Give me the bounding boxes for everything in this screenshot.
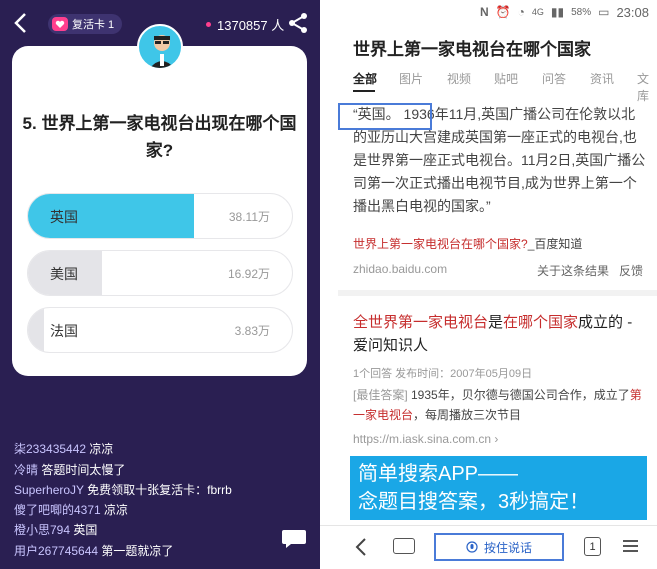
option-count: 38.11万 [228,210,270,224]
battery-level: 58% [571,6,592,18]
revive-card-label: 复活卡 1 [72,19,115,31]
result-url: https://m.iask.sina.com.cn › [353,432,499,446]
option-label: 法国 [50,323,78,339]
bottom-toolbar: 按住说话 1 [320,525,657,569]
option-count: 3.83万 [234,324,270,338]
title-text: 是 [488,314,504,331]
chat-line: SuperheroJY 免费领取十张复活卡：fbrrb [14,481,314,498]
title-keyword: 在哪个国家 [503,314,579,331]
chat-user: 橙小思794 [14,523,71,537]
feedback-link[interactable]: 反馈 [619,262,643,279]
tab-wenku[interactable]: 文库 [637,70,657,104]
title-keyword: 全世界第一家电视台 [353,314,489,331]
option-label: 英国 [50,209,78,225]
chat-line: 冷晴 答题时间太慢了 [14,461,314,478]
tab-all[interactable]: 全部 [353,70,377,87]
search-panel: N ⏰ ◔ 4G ▮▮ 58% ▭ 23:08 世界上第一家电视台在哪个国家 全… [320,0,657,569]
revive-card-badge[interactable]: 复活卡 1 [48,14,123,34]
tab-count-button[interactable]: 1 [584,537,601,556]
chat-line: 用户267745644 第一题就凉了 [14,542,314,559]
snippet-text: ，每周播放三次节目 [413,408,522,422]
best-answer-tag: [最佳答案] [353,388,408,402]
chat-text: 免费领取十张复活卡：fbrrb [87,483,232,497]
result-link-source: _百度知道 [527,237,583,251]
back-arrow-icon[interactable] [354,537,368,557]
chat-user: 傻了吧唧的4371 [14,503,101,517]
option-france[interactable]: 法国 3.83万 [27,307,293,353]
option-count: 16.92万 [227,267,270,281]
result-title-link[interactable]: 全世界第一家电视台是在哪个国家成立的 - 爱问知识人 [353,311,643,357]
chat-user: SuperheroJY [14,483,84,497]
chat-text: 凉凉 [89,442,114,456]
live-dot-icon [206,22,211,27]
chat-line: 傻了吧唧的4371 凉凉 [14,501,314,518]
tab-tieba[interactable]: 贴吧 [494,70,518,87]
microphone-icon [466,541,478,553]
keyboard-icon[interactable] [393,538,415,554]
status-bar: N ⏰ ◔ 4G ▮▮ 58% ▭ 23:08 [320,0,657,24]
chat-user: 柒233435442 [14,442,87,456]
alarm-icon: ⏰ [495,5,511,19]
quiz-panel: 复活卡 1 1370857 人 5. 世界上第一家电视台出现在哪个国家? 英国 … [0,0,320,569]
viewer-count-text: 1370857 人 [217,18,285,33]
menu-icon[interactable] [623,539,638,553]
chat-user: 用户267745644 [14,544,99,558]
network-type: 4G [531,7,544,17]
tab-images[interactable]: 图片 [399,70,423,87]
share-icon[interactable] [287,12,309,34]
clock: 23:08 [616,4,649,20]
result-snippet: [最佳答案] 1935年，贝尔德与德国公司合作，成立了第一家电视台，每周播放三次… [353,385,653,425]
about-result-link[interactable]: 关于这条结果 [537,262,609,279]
viewer-count: 1370857 人 [206,15,284,34]
back-arrow-icon[interactable] [10,10,32,36]
result-link-title: 世界上第一家电视台在哪个国家? [353,237,528,251]
promo-line-2: 念题目搜答案，3秒搞定！ [358,491,590,513]
option-bar [28,308,44,352]
chat-line: 橙小思794 英国 [14,521,314,538]
chat-text: 答题时间太慢了 [41,463,126,477]
option-label: 美国 [50,266,78,282]
snippet-text: 1935年，贝尔德与德国公司合作，成立了 [407,388,630,402]
option-us[interactable]: 美国 16.92万 [27,250,293,296]
chat-text: 凉凉 [104,503,129,517]
search-query-title: 世界上第一家电视台在哪个国家 [353,40,591,59]
chat-text: 第一题就凉了 [101,544,174,558]
tab-news[interactable]: 资讯 [590,70,614,87]
answer-highlight-box [338,103,432,130]
host-avatar [137,24,183,70]
result-meta: 1个回答 发布时间：2007年05月09日 [353,368,533,380]
chat-line: 柒233435442 凉凉 [14,440,314,457]
question-text: 5. 世界上第一家电视台出现在哪个国家? [22,114,297,160]
active-tab-indicator [353,90,375,92]
comment-bubble-icon[interactable] [281,528,307,550]
nfc-icon: N [479,5,489,19]
hold-to-talk-label: 按住说话 [483,540,532,555]
search-tabs: 全部 图片 视频 贴吧 问答 资讯 文库 [320,70,657,103]
chat-user: 冷晴 [14,463,39,477]
result-url: zhidao.baidu.com [353,262,448,276]
tab-qa[interactable]: 问答 [542,70,566,87]
heart-icon [52,17,68,31]
result-divider [338,290,657,296]
promo-banner[interactable]: 简单搜索APP—— 念题目搜答案，3秒搞定！ [350,456,647,520]
promo-line-1: 简单搜索APP—— [358,463,519,485]
signal-icon: ▮▮ [550,5,565,19]
option-uk[interactable]: 英国 38.11万 [27,193,293,239]
chat-text: 英国 [73,523,98,537]
wifi-icon: ◔ [517,5,525,19]
battery-icon: ▭ [598,5,610,19]
hold-to-talk-button[interactable]: 按住说话 [434,533,564,561]
result-link[interactable]: 世界上第一家电视台在哪个国家?_百度知道 [353,235,582,252]
tab-videos[interactable]: 视频 [447,70,471,87]
